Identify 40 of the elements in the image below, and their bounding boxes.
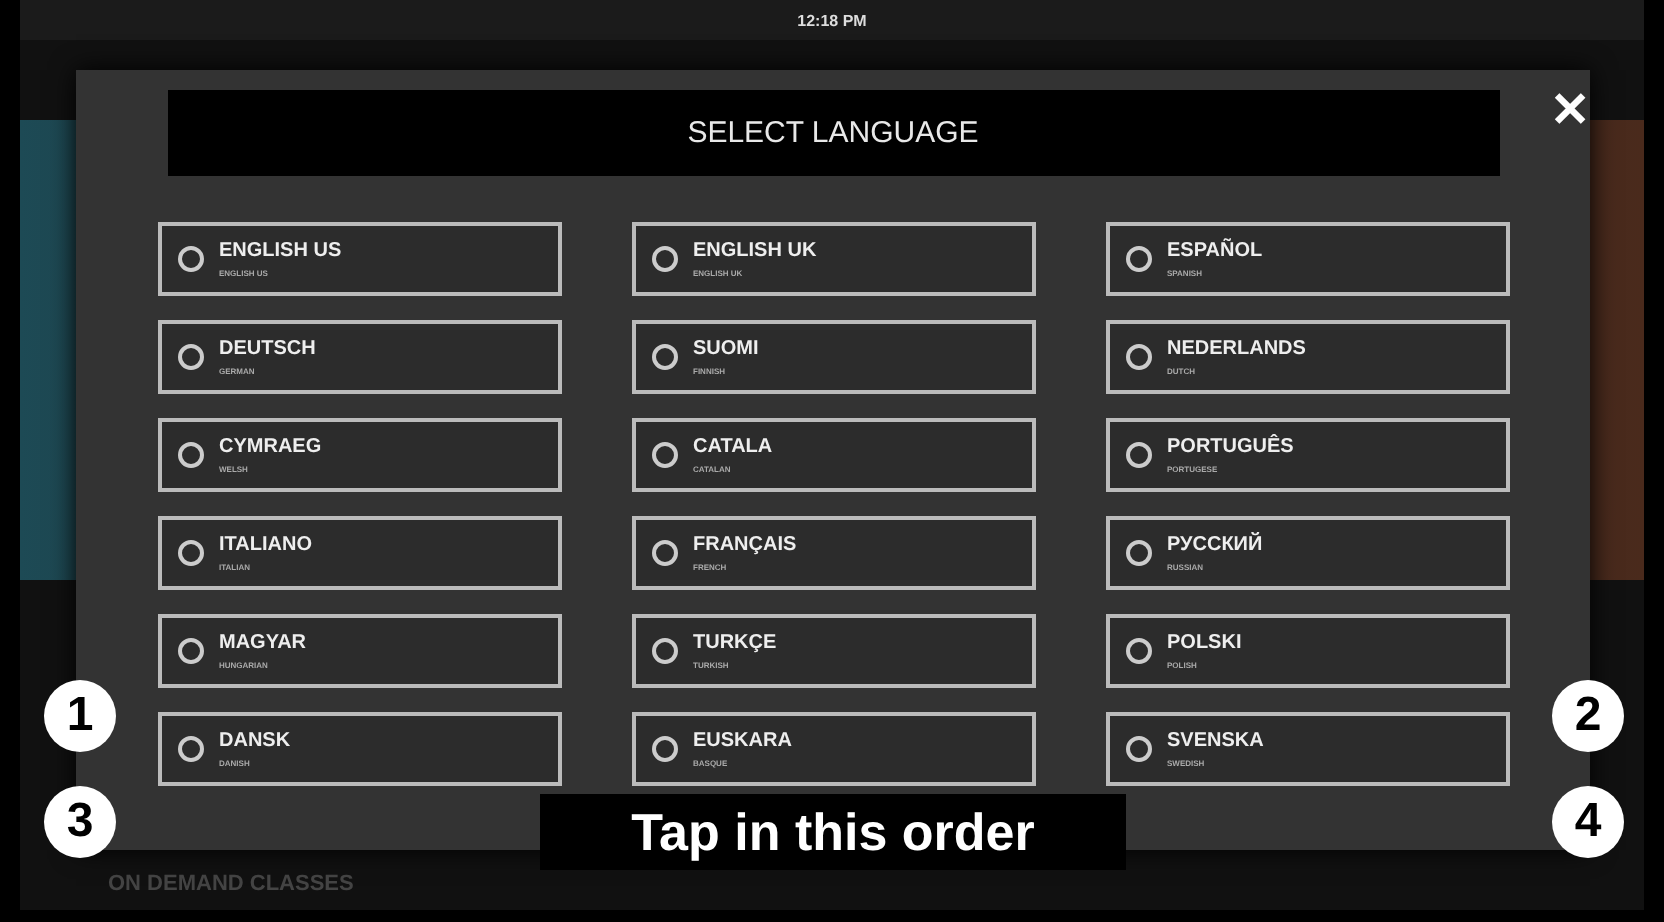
close-button[interactable]: ✕ — [1542, 82, 1598, 140]
language-name: MAGYAR — [219, 632, 307, 654]
radio-icon — [1125, 442, 1151, 468]
language-name: PORTUGUÊS — [1167, 436, 1294, 458]
language-name: TURKÇE — [693, 632, 777, 654]
language-name: CYMRAEG — [219, 436, 322, 458]
radio-icon — [177, 540, 203, 566]
radio-icon — [651, 344, 677, 370]
radio-icon — [177, 344, 203, 370]
language-name: ENGLISH UK — [693, 240, 817, 262]
radio-icon — [177, 638, 203, 664]
language-name: SVENSKA — [1167, 730, 1264, 752]
instruction-caption: Tap in this order — [540, 794, 1126, 870]
clock-time: 12:18 PM — [797, 11, 867, 29]
language-name: РУССКИЙ — [1167, 534, 1263, 556]
language-name: FRANÇAIS — [693, 534, 797, 556]
radio-icon — [651, 638, 677, 664]
radio-icon — [177, 246, 203, 272]
language-name: DANSK — [219, 730, 291, 752]
language-name: ITALIANO — [219, 534, 312, 556]
radio-icon — [651, 540, 677, 566]
language-name: EUSKARA — [693, 730, 792, 752]
language-name: ENGLISH US — [219, 240, 342, 262]
language-name: POLSKI — [1167, 632, 1242, 654]
radio-icon — [1125, 344, 1151, 370]
radio-icon — [1125, 638, 1151, 664]
radio-icon — [177, 736, 203, 762]
language-name: NEDERLANDS — [1167, 338, 1306, 360]
radio-icon — [1125, 540, 1151, 566]
language-name: CATALA — [693, 436, 773, 458]
radio-icon — [177, 442, 203, 468]
radio-icon — [1125, 246, 1151, 272]
language-name: SUOMI — [693, 338, 759, 360]
radio-icon — [1125, 736, 1151, 762]
radio-icon — [651, 442, 677, 468]
dialog-title: SELECT LANGUAGE — [687, 116, 979, 150]
language-name: ESPAÑOL — [1167, 240, 1263, 262]
language-name: DEUTSCH — [219, 338, 316, 360]
radio-icon — [651, 246, 677, 272]
radio-icon — [651, 736, 677, 762]
